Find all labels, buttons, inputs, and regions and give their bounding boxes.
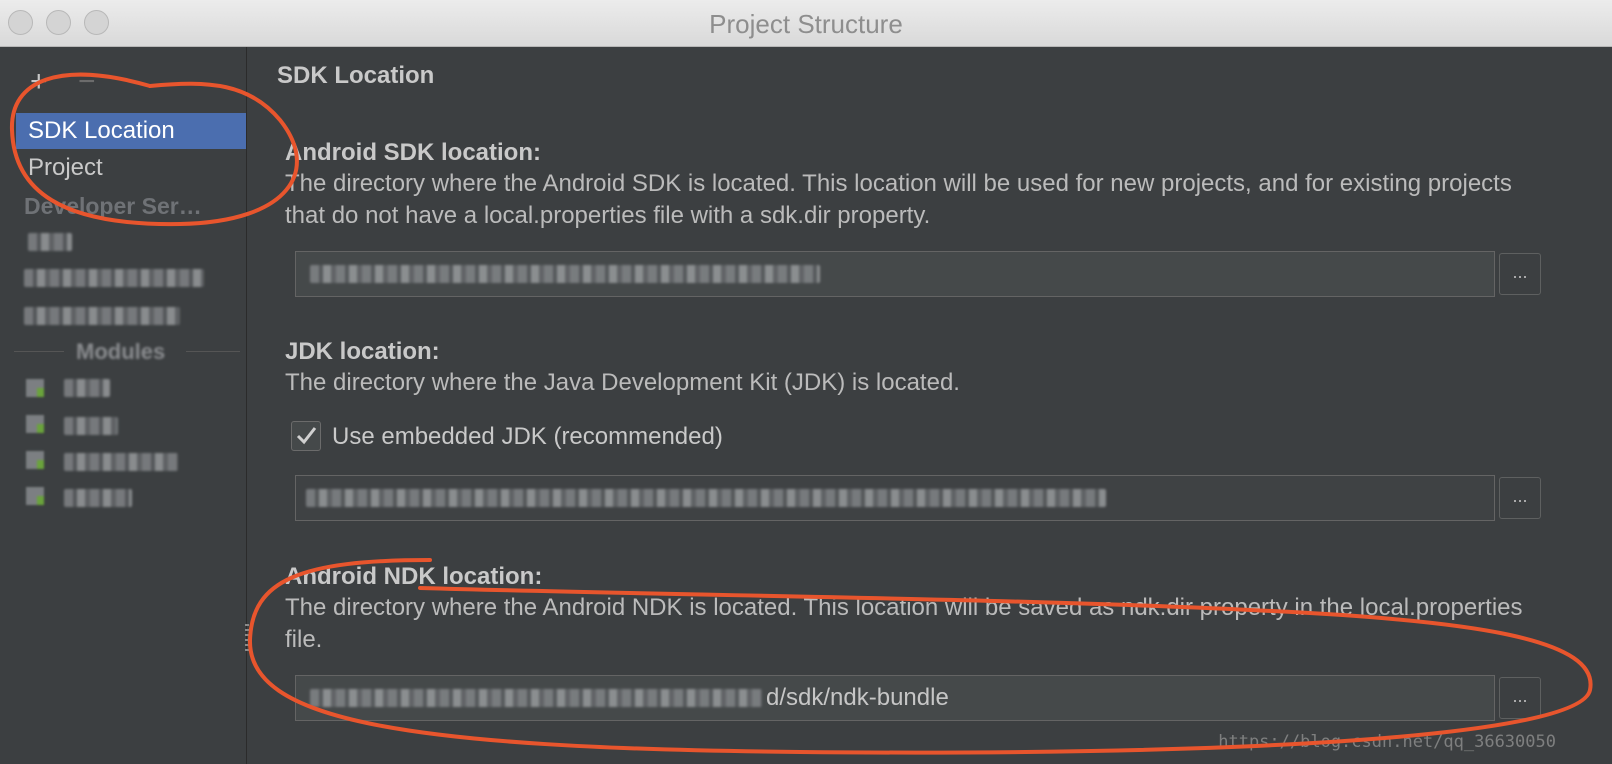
android-sdk-heading: Android SDK location: — [285, 139, 541, 166]
checkmark-icon — [296, 427, 317, 445]
sidebar-item-redacted[interactable] — [28, 233, 72, 251]
android-sdk-description: The directory where the Android SDK is l… — [285, 170, 1512, 229]
sidebar-item-sdk-location[interactable]: SDK Location — [16, 113, 246, 149]
redacted-path — [306, 489, 1106, 507]
jdk-heading: JDK location: — [285, 338, 440, 365]
module-item-redacted[interactable] — [64, 379, 110, 397]
jdk-browse-button[interactable]: ... — [1499, 477, 1541, 519]
module-icon — [26, 487, 44, 505]
plus-icon[interactable]: + — [30, 67, 48, 97]
sidebar-item-project[interactable]: Project — [16, 150, 246, 186]
module-icon — [26, 379, 44, 397]
android-ndk-path-field[interactable]: d/sdk/ndk-bundle — [295, 675, 1495, 721]
page-title: SDK Location — [277, 62, 435, 89]
jdk-description: The directory where the Java Development… — [285, 369, 960, 396]
embedded-jdk-label[interactable]: Use embedded JDK (recommended) — [332, 423, 723, 451]
sidebar-item-redacted[interactable] — [24, 269, 204, 287]
sidebar-item-redacted[interactable] — [24, 307, 180, 325]
minus-icon[interactable]: − — [78, 67, 96, 97]
android-ndk-heading: Android NDK location: — [285, 563, 543, 590]
window-titlebar: Project Structure — [0, 0, 1612, 47]
android-ndk-browse-button[interactable]: ... — [1499, 677, 1541, 719]
module-item-redacted[interactable] — [64, 453, 178, 471]
android-ndk-description: The directory where the Android NDK is l… — [285, 594, 1523, 653]
module-icon — [26, 451, 44, 469]
embedded-jdk-checkbox[interactable] — [291, 421, 321, 451]
module-item-redacted[interactable] — [64, 489, 132, 507]
jdk-path-field[interactable] — [295, 475, 1495, 521]
module-item-redacted[interactable] — [64, 417, 118, 435]
window-title: Project Structure — [709, 9, 903, 39]
modules-divider — [14, 351, 64, 352]
module-icon — [26, 415, 44, 433]
watermark: https://blog.csdn.net/qq_36630050 — [1218, 732, 1556, 752]
main-panel: SDK Location Android SDK location: The d… — [247, 47, 1612, 764]
android-sdk-browse-button[interactable]: ... — [1499, 253, 1541, 295]
redacted-path — [310, 265, 820, 283]
sidebar: + − SDK Location Project Developer Ser… … — [0, 47, 247, 764]
sidebar-group-developer-services: Developer Ser… — [24, 193, 202, 219]
android-ndk-path-value: d/sdk/ndk-bundle — [766, 684, 949, 711]
redacted-path — [310, 689, 762, 707]
modules-divider — [186, 351, 240, 352]
android-sdk-path-field[interactable] — [295, 251, 1495, 297]
modules-divider-label: Modules — [76, 339, 166, 364]
